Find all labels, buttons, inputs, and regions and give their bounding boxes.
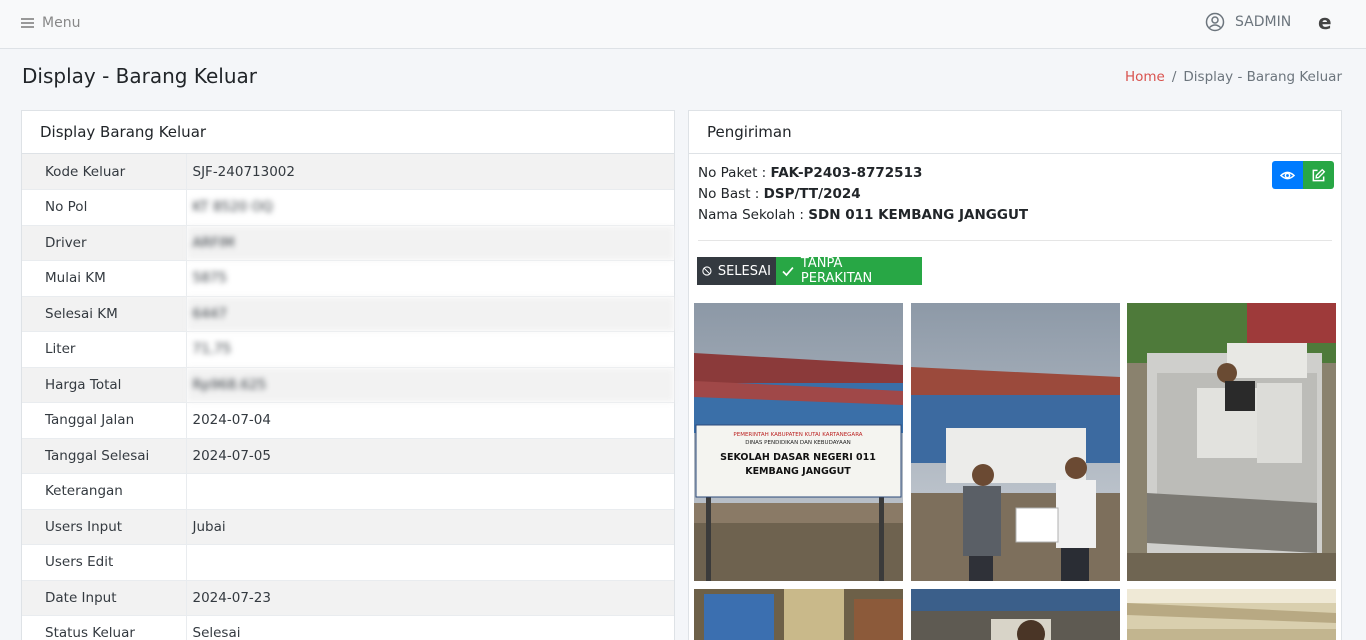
row-label: Selesai KM [22,296,187,332]
row-label: Tanggal Selesai [22,438,187,474]
table-row: Driver ARFIM [22,225,674,261]
delivery-photo-6[interactable] [1127,589,1336,640]
row-value: SJF-240713002 [186,154,674,190]
row-label: No Pol [22,189,187,226]
row-label: Liter [22,331,187,368]
user-menu[interactable]: SADMIN [1205,12,1291,32]
breadcrumb: Home / Display - Barang Keluar [1125,69,1342,85]
table-row: Kode Keluar SJF-240713002 [22,154,674,190]
delivery-photo-4[interactable] [694,589,903,640]
no-paket-line: No Paket : FAK-P2403-8772513 [698,165,923,181]
row-label: Keterangan [22,473,187,510]
nama-sekolah-value: SDN 011 KEMBANG JANGGUT [808,207,1029,223]
row-value: 5875 [186,260,674,297]
table-row: Users Input Jubai [22,509,674,545]
no-paket-value: FAK-P2403-8772513 [770,165,923,181]
breadcrumb-home-link[interactable]: Home [1125,69,1165,85]
top-navbar: Menu SADMIN e [0,0,1366,49]
row-label: Date Input [22,580,187,616]
row-value: 6447 [186,296,674,332]
brand-logo[interactable]: e [1318,10,1332,34]
row-label: Users Input [22,509,187,545]
row-value: ARFIM [186,225,674,261]
row-value: Selesai [186,615,674,640]
table-row: Mulai KM 5875 [22,260,674,297]
row-value [186,544,674,581]
eye-icon [1280,171,1295,179]
sign-line-2: DINAS PENDIDIKAN DAN KEBUDAYAAN [745,440,851,446]
paket-info: No Paket : FAK-P2403-8772513 No Bast : D… [698,163,1028,226]
nama-sekolah-line: Nama Sekolah : SDN 011 KEMBANG JANGGUT [698,207,1029,223]
row-value: KT 8520 OQ [186,189,674,226]
table-row: Tanggal Selesai 2024-07-05 [22,438,674,474]
row-value: 2024-07-05 [186,438,674,474]
row-value: 71,75 [186,331,674,368]
row-value: 2024-07-04 [186,402,674,439]
menu-label: Menu [42,15,81,31]
status-badge-tanpa-perakitan: TANPA PERAKITAN [776,256,922,286]
status-badge-selesai: SELESAI [697,257,776,285]
action-buttons [1272,161,1334,189]
edit-icon [1312,168,1326,181]
table-row: Liter 71,75 [22,331,674,368]
sign-line-3: SEKOLAH DASAR NEGERI 011 [720,452,876,463]
table-row: Selesai KM 6447 [22,296,674,332]
table-row: Status Keluar Selesai [22,615,674,640]
delivery-photo-5[interactable] [911,589,1120,640]
row-value: 2024-07-23 [186,580,674,616]
table-row: Users Edit [22,544,674,581]
delivery-photo-2[interactable] [911,303,1120,581]
check-icon [782,266,794,277]
table-row: No Pol KT 8520 OQ [22,189,674,226]
sign-line-1: PEMERINTAH KABUPATEN KUTAI KARTANEGARA [733,432,862,438]
row-value: Jubai [186,509,674,545]
row-value: Rp968.625 [186,367,674,403]
row-label: Users Edit [22,544,187,581]
row-label: Kode Keluar [22,154,187,190]
edit-button[interactable] [1303,161,1334,189]
card-header-pengiriman: Pengiriman [689,111,1341,154]
row-label: Harga Total [22,367,187,403]
ban-icon [702,266,712,276]
view-button[interactable] [1272,161,1303,189]
row-value [186,473,674,510]
barang-keluar-card: Display Barang Keluar Kode Keluar SJF-240… [21,110,675,640]
no-bast-value: DSP/TT/2024 [763,186,861,202]
delivery-photo-1[interactable]: PEMERINTAH KABUPATEN KUTAI KARTANEGARA D… [694,303,903,581]
card-header-barang-keluar: Display Barang Keluar [22,111,674,154]
row-label: Driver [22,225,187,261]
pengiriman-card: Pengiriman No Paket : FAK-P2403-8772513 … [688,110,1342,640]
delivery-photo-3[interactable] [1127,303,1336,581]
breadcrumb-current: Display - Barang Keluar [1183,69,1342,85]
menu-toggle-button[interactable]: Menu [21,15,80,31]
row-label: Mulai KM [22,260,187,297]
user-circle-icon [1205,12,1225,32]
table-row: Date Input 2024-07-23 [22,580,674,616]
menu-icon [21,18,34,28]
table-row: Keterangan [22,473,674,510]
breadcrumb-separator: / [1171,69,1177,85]
user-name: SADMIN [1235,14,1292,30]
table-row: Tanggal Jalan 2024-07-04 [22,402,674,439]
table-row: Harga Total Rp968.625 [22,367,674,403]
status-badges: SELESAI TANPA PERAKITAN [697,256,922,286]
no-bast-line: No Bast : DSP/TT/2024 [698,186,861,202]
row-label: Tanggal Jalan [22,402,187,439]
divider [698,240,1332,241]
row-label: Status Keluar [22,615,187,640]
sign-line-4: KEMBANG JANGGUT [745,466,851,477]
page-title: Display - Barang Keluar [22,64,257,88]
detail-table: Kode Keluar SJF-240713002 No Pol KT 8520 OQ… [22,154,674,640]
